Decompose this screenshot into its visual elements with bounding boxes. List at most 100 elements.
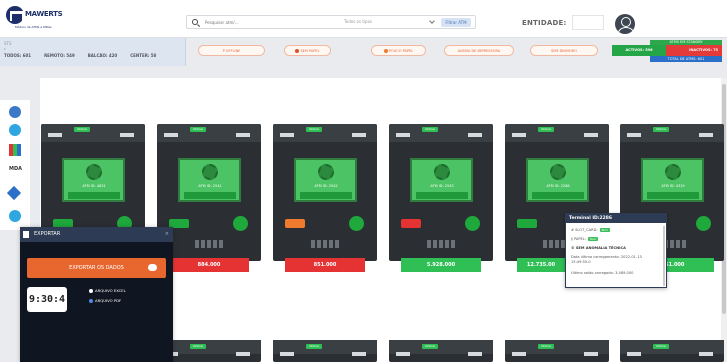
atm-header: Online [620,124,724,142]
atm-screen: ATM ID: 4319 [641,158,704,202]
gear-icon [86,164,102,180]
chart-icon[interactable] [9,144,21,156]
counter-center[interactable]: CENTER: 58 [130,53,156,58]
printer-fault-button[interactable]: AVARIA DE IMPRESSORA [444,45,514,56]
no-paper-button[interactable]: SEM PAPEL [284,45,331,56]
atm-card[interactable]: Online [620,340,724,362]
app-logo[interactable]: MAWERTS Módulo de ATMs e MDAs [6,6,66,32]
counter-counter[interactable]: BALCÃO: 420 [88,53,117,58]
tools-icon[interactable] [6,185,22,201]
card-slot [352,352,366,356]
atm-card[interactable]: Online ATM ID: 2542 [273,124,377,261]
terminal-tooltip: Terminal ID:2286 # SLOT_CARD: Bom § PAPEL… [565,213,667,288]
atm-balance: 5.928.000 [401,258,481,272]
atm-header: Online [41,124,145,142]
card-slot [280,352,294,356]
atm-screen: ATM ID: 2541 [178,158,241,202]
atm-status-badge: Online [422,344,438,349]
atm-header: Online [389,124,493,142]
no-paper-label: SEM PAPEL [300,49,320,53]
filter-atm-button[interactable]: Filtrar ATM [441,18,471,27]
atm-card[interactable]: Online ATM ID: 2543 [389,124,493,261]
atm-card[interactable]: Online [389,340,493,362]
card-slot [584,352,598,356]
panel-tag: STS [4,41,12,46]
export-panel: EXPORTAR × EXPORTAR OS DADOS 9:30:4 ARQU… [20,227,173,362]
inactive-count[interactable]: INACTIVOS: 75 [666,45,722,56]
status-light [349,216,364,231]
pdf-option[interactable]: ARQUIVO PDF [89,298,126,303]
type-filter-label: Todos os tipos [344,19,373,24]
moon-icon[interactable] [9,210,21,222]
status-badge: Bom [599,228,610,232]
export-body: EXPORTAR OS DADOS 9:30:4 ARQUIVO EXCEL A… [20,242,173,362]
atm-card[interactable]: Online [273,340,377,362]
atm-status-badge: Online [190,127,206,132]
radio-icon[interactable] [89,289,93,293]
anomaly-line: © SEM ANOMALIA TÉCNICA [571,246,626,250]
atm-status-badge: Online [538,127,554,132]
paper-label: § PAPEL: [571,237,586,241]
low-paper-button[interactable]: POUCO PAPEL [371,45,426,56]
atm-id: ATM ID: 4319 [661,184,685,188]
card-slot [512,133,526,137]
side-toolbar: MDA [0,100,30,230]
keypad-status [401,219,421,228]
offline-button[interactable]: P OFFLINE [198,45,265,56]
card-slot [164,133,178,137]
atm-screen: ATM ID: 2543 [410,158,473,202]
tooltip-line: # SLOT_CARD: Bom [571,228,610,232]
atm-id: ATM ID: 2543 [430,184,454,188]
atm-header: Online [505,124,609,142]
card-slot [352,133,366,137]
low-paper-label: POUCO PAPEL [388,49,414,53]
status-summary: ATMS EM STANDBY ACTIVOS: 596 INACTIVOS: … [612,40,722,66]
last-load-line: Data última carregamento: 2022-01-13 15:… [571,255,642,264]
summary-panel: STS ▾ TODOS: 601 REMOTO: 549 BALCÃO: 420… [0,38,186,66]
logo-text: MAWERTS [25,10,63,18]
atm-status-badge: Online [422,127,438,132]
entity-input[interactable] [572,15,604,30]
export-icon [23,231,29,238]
radio-selected-icon[interactable] [89,299,93,303]
no-cash-button[interactable]: SEM DINHEIRO [530,45,598,56]
tooltip-scrollbar[interactable] [663,226,665,286]
card-slot [468,133,482,137]
alert-dot-icon [383,49,388,53]
atm-status-badge: Online [653,344,669,349]
type-filter-select[interactable]: Todos os tipos [344,18,436,27]
counter-all[interactable]: TODOS: 601 [4,53,31,58]
counter-remote[interactable]: REMOTO: 549 [44,53,75,58]
keypad [311,240,339,248]
screen-bar [184,192,236,199]
atm-card[interactable]: Online [505,340,609,362]
atm-status-badge: Online [190,344,206,349]
tooltip-title: Terminal ID:2286 [566,214,666,223]
export-button-label: EXPORTAR OS DADOS [69,265,124,271]
excel-option[interactable]: ARQUIVO EXCEL [89,288,126,293]
search-icon[interactable] [192,19,198,25]
card-slot [120,133,134,137]
card-slot [396,352,410,356]
close-icon[interactable]: × [165,227,169,242]
export-header: EXPORTAR × [20,227,173,242]
card-slot [236,133,250,137]
export-data-button[interactable]: EXPORTAR OS DADOS [27,258,166,278]
action-bar: P OFFLINE SEM PAPEL POUCO PAPEL AVARIA D… [198,45,598,59]
search-bar: Todos os tipos Filtrar ATM [186,15,476,29]
cloud-upload-icon [148,264,157,271]
status-light [465,216,480,231]
keypad [427,240,455,248]
panel-caret-icon[interactable]: ▾ [4,47,6,51]
refresh-icon[interactable] [9,124,21,136]
search-input[interactable] [205,19,335,26]
atm-header: Online [157,124,261,142]
counter-list: TODOS: 601 REMOTO: 549 BALCÃO: 420 CENTE… [4,53,156,58]
globe-icon[interactable] [9,106,21,118]
user-avatar[interactable] [615,14,635,34]
card-slot [699,133,713,137]
active-count[interactable]: ACTIVOS: 596 [612,45,666,56]
mda-label[interactable]: MDA [9,166,22,172]
card-slot [48,133,62,137]
logo-icon [6,6,24,24]
